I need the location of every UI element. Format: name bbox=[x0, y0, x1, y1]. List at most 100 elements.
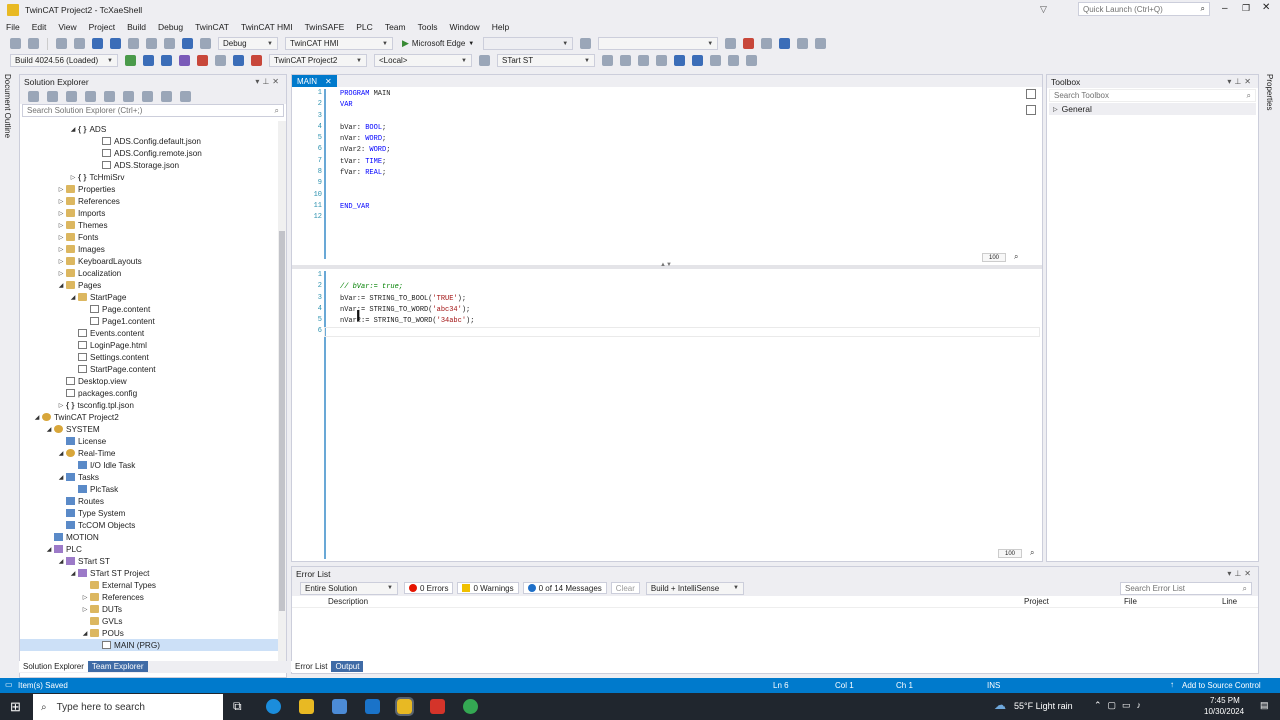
expand-open-icon[interactable]: ◢ bbox=[32, 414, 42, 421]
clear-button[interactable]: Clear bbox=[610, 582, 640, 594]
expand-closed-icon[interactable]: ▷ bbox=[68, 174, 78, 181]
twincat-app-icon[interactable] bbox=[395, 697, 414, 716]
scope-dropdown[interactable]: Entire Solution ▼ bbox=[300, 581, 398, 595]
tree-item[interactable]: Page.content bbox=[20, 303, 278, 315]
panel-controls-icon[interactable]: ▾⊥✕ bbox=[1227, 77, 1254, 86]
tab-solution-explorer[interactable]: Solution Explorer bbox=[19, 661, 88, 672]
toolbox-group-general[interactable]: ▷ General bbox=[1049, 103, 1256, 115]
declaration-pane[interactable]: 1 2 3 4 5 6 7 8 9 10 11 12 PROGRAM MAIN VAR bVar: BOO… bbox=[292, 87, 1042, 265]
start-plc-icon[interactable] bbox=[638, 55, 649, 66]
filter-icon[interactable]: ▽ bbox=[1040, 4, 1047, 15]
tree-item[interactable]: License bbox=[20, 435, 278, 447]
tree-item[interactable]: Type System bbox=[20, 507, 278, 519]
tree-item[interactable]: ▷{ } TcHmiSrv bbox=[20, 171, 278, 183]
tree-item[interactable]: ◢ PLC bbox=[20, 543, 278, 555]
redo-icon[interactable] bbox=[200, 38, 211, 49]
more-debug-icon[interactable] bbox=[746, 55, 757, 66]
reload-icon[interactable] bbox=[161, 55, 172, 66]
menu-item-build[interactable]: Build bbox=[127, 22, 146, 32]
back-icon[interactable] bbox=[28, 90, 39, 102]
plc-target-icon[interactable] bbox=[479, 55, 490, 66]
quick-launch-box[interactable]: Quick Launch (Ctrl+Q) ⌕ bbox=[1078, 2, 1210, 16]
clock-date[interactable]: 10/30/2024 bbox=[1204, 707, 1244, 716]
plc-icon[interactable] bbox=[125, 55, 136, 66]
panel-controls-icon[interactable]: ▾⊥✕ bbox=[1227, 569, 1254, 578]
find-icon[interactable] bbox=[580, 38, 592, 49]
tree-item[interactable]: ▷ Images bbox=[20, 243, 278, 255]
project-dropdown[interactable]: TwinCAT Project2 ▼ bbox=[269, 54, 367, 67]
tree-item[interactable]: ◢ STart ST Project bbox=[20, 567, 278, 579]
login-plc-icon[interactable] bbox=[602, 55, 613, 66]
expand-closed-icon[interactable]: ▷ bbox=[80, 594, 90, 601]
panel-controls-icon[interactable]: ▾⊥✕ bbox=[255, 77, 282, 86]
error-list-search[interactable]: Search Error List ⌕ bbox=[1120, 582, 1252, 595]
sync-icon[interactable] bbox=[123, 90, 134, 102]
zoom-level-top[interactable]: 100 bbox=[982, 253, 1006, 262]
tree-item[interactable]: ◢ Real-Time bbox=[20, 447, 278, 459]
solution-explorer-scrollbar[interactable] bbox=[278, 121, 286, 666]
expand-closed-icon[interactable]: ▷ bbox=[56, 270, 66, 277]
collapse-all-icon[interactable] bbox=[142, 90, 153, 102]
close-button[interactable]: ✕ bbox=[1262, 2, 1270, 13]
save-all-icon[interactable] bbox=[110, 38, 121, 49]
scrollbar-thumb[interactable] bbox=[279, 231, 285, 611]
tree-item[interactable]: ▷ KeyboardLayouts bbox=[20, 255, 278, 267]
expand-open-icon[interactable]: ◢ bbox=[68, 294, 78, 301]
menu-item-tools[interactable]: Tools bbox=[418, 22, 438, 32]
warnings-filter-button[interactable]: 0 Warnings bbox=[457, 582, 519, 594]
store-icon[interactable] bbox=[332, 699, 347, 714]
menu-item-help[interactable]: Help bbox=[492, 22, 509, 32]
notifications-icon[interactable]: ▤ bbox=[1260, 700, 1269, 711]
tree-item[interactable]: MAIN (PRG) bbox=[20, 639, 278, 651]
expand-open-icon[interactable]: ◢ bbox=[80, 630, 90, 637]
stop-plc-icon[interactable] bbox=[656, 55, 667, 66]
zoom-icon[interactable]: ⌕ bbox=[1014, 252, 1024, 262]
configuration-dropdown[interactable]: Debug ▼ bbox=[218, 37, 278, 50]
choose-target-icon[interactable] bbox=[779, 38, 791, 49]
tree-item[interactable]: ADS.Config.default.json bbox=[20, 135, 278, 147]
taskbar-search-box[interactable]: ⌕ Type here to search bbox=[33, 694, 223, 720]
back-icon[interactable] bbox=[10, 38, 21, 49]
menu-item-twincat-hmi[interactable]: TwinCAT HMI bbox=[241, 22, 293, 32]
edge-icon[interactable] bbox=[266, 699, 281, 714]
expand-closed-icon[interactable]: ▷ bbox=[56, 258, 66, 265]
expand-open-icon[interactable]: ◢ bbox=[56, 474, 66, 481]
tree-item[interactable]: Desktop.view bbox=[20, 375, 278, 387]
menu-item-twinsafe[interactable]: TwinSAFE bbox=[305, 22, 345, 32]
build-filter-dropdown[interactable]: Build + IntelliSense ▼ bbox=[645, 581, 744, 595]
switch-views-icon[interactable] bbox=[85, 90, 96, 102]
tree-item[interactable]: ▷ Localization bbox=[20, 267, 278, 279]
expand-closed-icon[interactable]: ▷ bbox=[56, 186, 66, 193]
menu-item-view[interactable]: View bbox=[58, 22, 76, 32]
maximize-button[interactable]: ❐ bbox=[1242, 3, 1250, 14]
pending-changes-icon[interactable] bbox=[104, 90, 115, 102]
tabular-view-icon[interactable] bbox=[1026, 89, 1036, 99]
tab-error-list[interactable]: Error List bbox=[291, 661, 332, 672]
tree-item[interactable]: ◢ Pages bbox=[20, 279, 278, 291]
tree-item[interactable]: I/O Idle Task bbox=[20, 459, 278, 471]
tree-item[interactable]: Routes bbox=[20, 495, 278, 507]
find-dropdown[interactable]: ▼ bbox=[598, 37, 719, 50]
tree-item[interactable]: Events.content bbox=[20, 327, 278, 339]
target-dropdown[interactable]: <Local> ▼ bbox=[374, 54, 472, 67]
plc-project-dropdown[interactable]: STart ST ▼ bbox=[497, 54, 595, 67]
expand-open-icon[interactable]: ◢ bbox=[56, 450, 66, 457]
tree-item[interactable]: ◢ SYSTEM bbox=[20, 423, 278, 435]
menu-item-file[interactable]: File bbox=[6, 22, 20, 32]
stop-icon[interactable] bbox=[197, 55, 208, 66]
empty-dropdown[interactable]: ▼ bbox=[483, 37, 574, 50]
undo-icon[interactable] bbox=[182, 38, 193, 49]
show-subitems-icon[interactable] bbox=[797, 38, 809, 49]
tree-item[interactable]: ▷{ } tsconfig.tpl.json bbox=[20, 399, 278, 411]
activate-config-icon[interactable] bbox=[725, 38, 737, 49]
step-into-icon[interactable] bbox=[692, 55, 703, 66]
tree-item[interactable]: LoginPage.html bbox=[20, 339, 278, 351]
expand-open-icon[interactable]: ◢ bbox=[44, 546, 54, 553]
mail-icon[interactable] bbox=[365, 699, 380, 714]
menu-item-team[interactable]: Team bbox=[385, 22, 406, 32]
restart-twincat-icon[interactable] bbox=[743, 38, 755, 49]
add-to-source-control-button[interactable]: Add to Source Control bbox=[1182, 681, 1261, 690]
close-icon[interactable]: ✕ bbox=[325, 77, 332, 86]
menu-item-twincat[interactable]: TwinCAT bbox=[195, 22, 229, 32]
tab-team-explorer[interactable]: Team Explorer bbox=[87, 661, 148, 672]
